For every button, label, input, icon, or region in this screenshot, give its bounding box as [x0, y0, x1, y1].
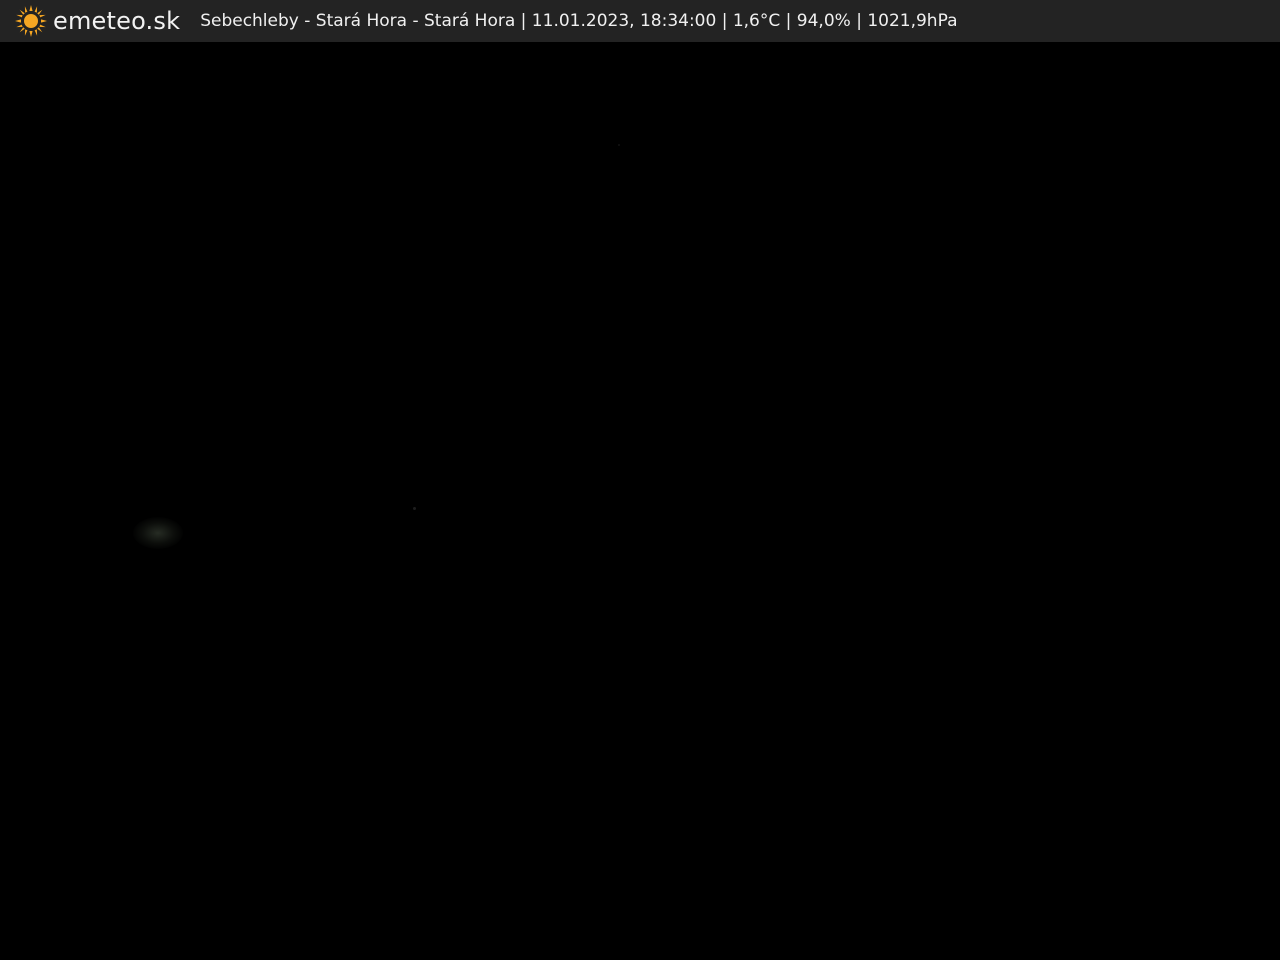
distant-light — [133, 517, 183, 549]
webcam-image — [0, 42, 1280, 960]
webcam-caption: Sebechleby - Stará Hora - Stará Hora | 1… — [200, 11, 958, 31]
info-bar: emeteo.sk Sebechleby - Stará Hora - Star… — [0, 0, 1280, 42]
sun-icon — [15, 5, 47, 37]
site-logo-text: emeteo.sk — [53, 7, 181, 35]
faint-light — [618, 144, 620, 146]
faint-light — [413, 507, 416, 510]
webcam-frame: emeteo.sk Sebechleby - Stará Hora - Star… — [0, 0, 1280, 960]
